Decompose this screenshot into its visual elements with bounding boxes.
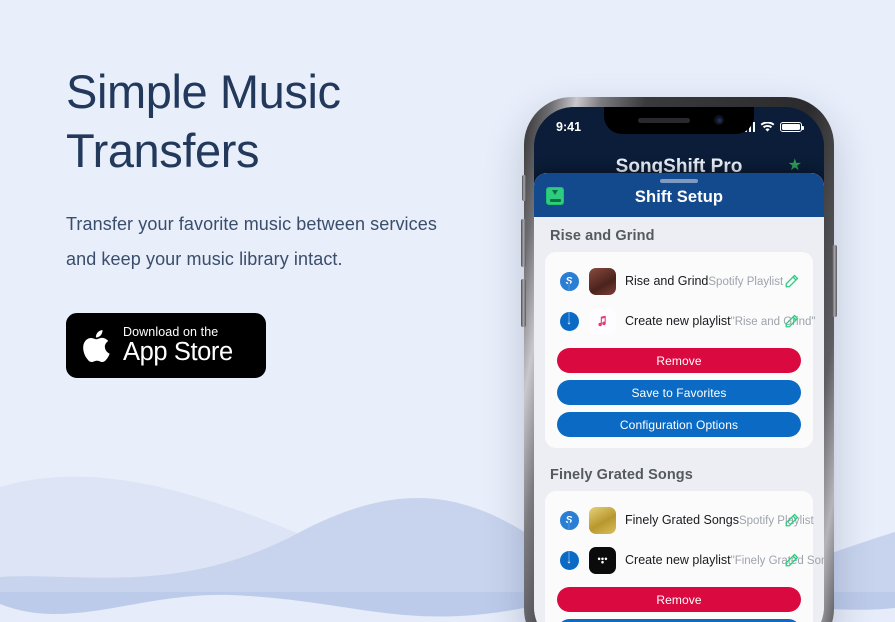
section-heading: Finely Grated Songs [550,467,693,483]
phone-volume-down-button [521,279,526,327]
shift-row[interactable]: ↓ Create new playlist"Rise and Grind" [545,301,816,341]
phone-mockup: SongShift Pro ★ 9:41 Shift Setup Rise an… [521,97,837,622]
album-art-finely-grated-songs [589,506,616,534]
star-icon[interactable]: ★ [788,155,802,175]
shift-setup-sheet: Shift Setup Rise and Grind S Rise and Grin… [534,173,824,622]
shift-row[interactable]: ↓ Create new playlist"Finely Grated Songs… [545,540,824,580]
phone-notch [604,107,754,134]
apple-logo-icon [83,329,110,362]
edit-pencil-icon[interactable] [781,513,801,528]
row-secondary-text: Spotify Playlist [708,276,784,288]
earpiece-speaker [638,118,690,123]
app-store-big-label: App Store [123,338,233,366]
edit-pencil-icon[interactable] [781,314,801,329]
row-secondary-text: "Rise and Grind" [730,316,816,328]
edit-pencil-icon[interactable] [781,274,801,289]
connector-rail: ↓ [557,550,581,570]
wifi-icon [760,121,775,132]
app-store-download-button[interactable]: Download on the App Store [66,313,266,378]
connector-rail: ↓ [557,311,581,331]
save-to-favorites-button[interactable]: Save to Favorites [557,380,801,405]
phone-silent-switch [522,175,526,201]
row-primary-text: Finely Grated Songs [625,513,739,527]
connector-rail: S [557,271,581,291]
shift-card: S Finely Grated SongsSpotify Playlist ↓ Cre… [545,491,824,622]
album-art-rise-and-grind [589,267,616,295]
sheet-title: Shift Setup [634,187,724,206]
shift-row[interactable]: S Finely Grated SongsSpotify Playlist [545,500,814,540]
apple-music-icon [589,307,616,335]
remove-button[interactable]: Remove [557,348,801,373]
shift-row[interactable]: S Rise and GrindSpotify Playlist [545,261,813,301]
phone-power-button [832,245,837,317]
row-primary-text: Create new playlist [625,553,731,567]
phone-screen: SongShift Pro ★ 9:41 Shift Setup Rise an… [534,107,824,622]
card-spacer [534,448,824,456]
sheet-body[interactable]: Rise and GrindSRise and GrindSpotify Pla… [534,217,824,622]
hero-section: Simple Music Transfers Transfer your fav… [66,62,496,378]
page-title: Simple Music Transfers [66,65,341,177]
app-store-small-label: Download on the [123,324,219,339]
status-bar-time: 9:41 [556,120,582,134]
tidal-icon [589,546,616,574]
row-primary-text: Create new playlist [625,314,731,328]
hero-subtitle: Transfer your favorite music between ser… [66,214,437,269]
row-primary-text: Rise and Grind [625,274,709,288]
phone-volume-up-button [521,219,526,267]
shift-card: S Rise and GrindSpotify Playlist ↓ Create n… [545,252,816,448]
sheet-drag-handle[interactable] [660,179,698,183]
remove-button[interactable]: Remove [557,587,801,612]
edit-pencil-icon[interactable] [781,553,801,568]
section-heading: Rise and Grind [550,228,655,244]
row-secondary-text: "Finely Grated Songs" [730,555,824,567]
battery-full-icon [780,121,805,133]
front-camera-icon [714,115,724,125]
connector-rail: S [557,510,581,530]
save-icon[interactable] [546,187,564,205]
sheet-header: Shift Setup [534,173,824,217]
phone-frame: SongShift Pro ★ 9:41 Shift Setup Rise an… [521,97,837,622]
row-secondary-text: Spotify Playlist [738,515,814,527]
configuration-options-button[interactable]: Configuration Options [557,412,801,437]
